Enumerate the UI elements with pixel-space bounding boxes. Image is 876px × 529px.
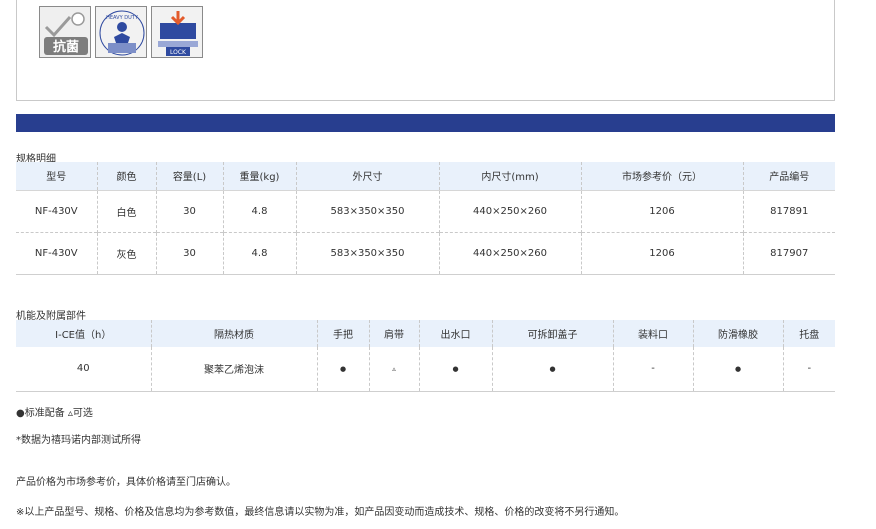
feature-icons: 抗菌 HEAVY DUTY LOCK [39,6,203,58]
cell-price: 1206 [580,189,743,232]
cell-outer-size: 583×350×350 [295,231,439,274]
col-header-outer-size: 外尺寸 [295,162,439,191]
cell-capacity: 30 [155,189,223,232]
cell-capacity: 30 [155,231,223,274]
col-header-capacity: 容量(L) [155,162,223,191]
antibacterial-icon: 抗菌 [39,6,91,58]
heavy-duty-icon: HEAVY DUTY [95,6,147,58]
table-row: NF-430V 灰色 30 4.8 583×350×350 440×250×26… [16,231,835,274]
cell-inner-size: 440×250×260 [438,231,581,274]
cell-model: NF-430V [16,231,97,274]
lock-label: LOCK [170,49,187,56]
product-features-box: 抗菌 HEAVY DUTY LOCK [16,0,835,101]
col-header-removable-lid: 可拆卸盖子 [491,320,613,347]
col-header-inner-size: 内尺寸(mm) [438,162,581,191]
features-table: I-CE值（h） 隔热材质 手把 肩带 出水口 可拆卸盖子 装料口 防滑橡胶 托… [16,320,835,392]
cell-weight: 4.8 [222,189,296,232]
col-header-handle: 手把 [316,320,369,347]
spec-table: 型号 颜色 容量(L) 重量(kg) 外尺寸 内尺寸(mm) 市场参考价（元） … [16,162,835,275]
price-note: 产品价格为市场参考价，具体价格请至门店确认。 [16,477,236,488]
lock-icon: LOCK [151,6,203,58]
col-header-anti-slip: 防滑橡胶 [692,320,783,347]
cell-product-code: 817891 [742,189,835,232]
cell-ice-value: 40 [16,347,151,391]
table-row: 40 聚苯乙烯泡沫 ● ▵ ● ● - ● - [16,347,835,391]
cell-color: 灰色 [96,231,156,274]
cell-loading-port: - [612,347,693,391]
table-row: NF-430V 白色 30 4.8 583×350×350 440×250×26… [16,189,835,232]
col-header-drain: 出水口 [418,320,492,347]
col-header-color: 颜色 [96,162,156,191]
cell-shoulder-strap: ▵ [368,347,419,391]
cell-color: 白色 [96,189,156,232]
cell-handle: ● [316,347,369,391]
cell-price: 1206 [580,231,743,274]
heavy-duty-label: HEAVY DUTY [106,15,139,21]
cell-anti-slip: ● [692,347,783,391]
section-divider-bar [16,114,835,132]
cell-model: NF-430V [16,189,97,232]
cell-insulation: 聚苯乙烯泡沫 [150,347,317,391]
col-header-product-code: 产品编号 [742,162,835,191]
col-header-weight: 重量(kg) [222,162,296,191]
cell-tray: - [782,347,835,391]
cell-removable-lid: ● [491,347,613,391]
legend-note: ●标准配备 ▵可选 [16,408,93,419]
col-header-model: 型号 [16,162,97,191]
cell-product-code: 817907 [742,231,835,274]
test-note: *数据为禧玛诺内部测试所得 [16,435,141,446]
antibacterial-icon-label: 抗菌 [53,39,79,55]
features-header-row: I-CE值（h） 隔热材质 手把 肩带 出水口 可拆卸盖子 装料口 防滑橡胶 托… [16,320,835,347]
col-header-price: 市场参考价（元） [580,162,743,191]
col-header-shoulder-strap: 肩带 [368,320,419,347]
spec-header-row: 型号 颜色 容量(L) 重量(kg) 外尺寸 内尺寸(mm) 市场参考价（元） … [16,162,835,191]
col-header-loading-port: 装料口 [612,320,693,347]
disclaimer-note: ※以上产品型号、规格、价格及信息均为参考数值，最终信息请以实物为准，如产品因变动… [16,507,625,518]
cell-outer-size: 583×350×350 [295,189,439,232]
cell-weight: 4.8 [222,231,296,274]
cell-drain: ● [418,347,492,391]
col-header-ice-value: I-CE值（h） [16,320,151,347]
col-header-tray: 托盘 [782,320,835,347]
cell-inner-size: 440×250×260 [438,189,581,232]
col-header-insulation: 隔热材质 [150,320,317,347]
